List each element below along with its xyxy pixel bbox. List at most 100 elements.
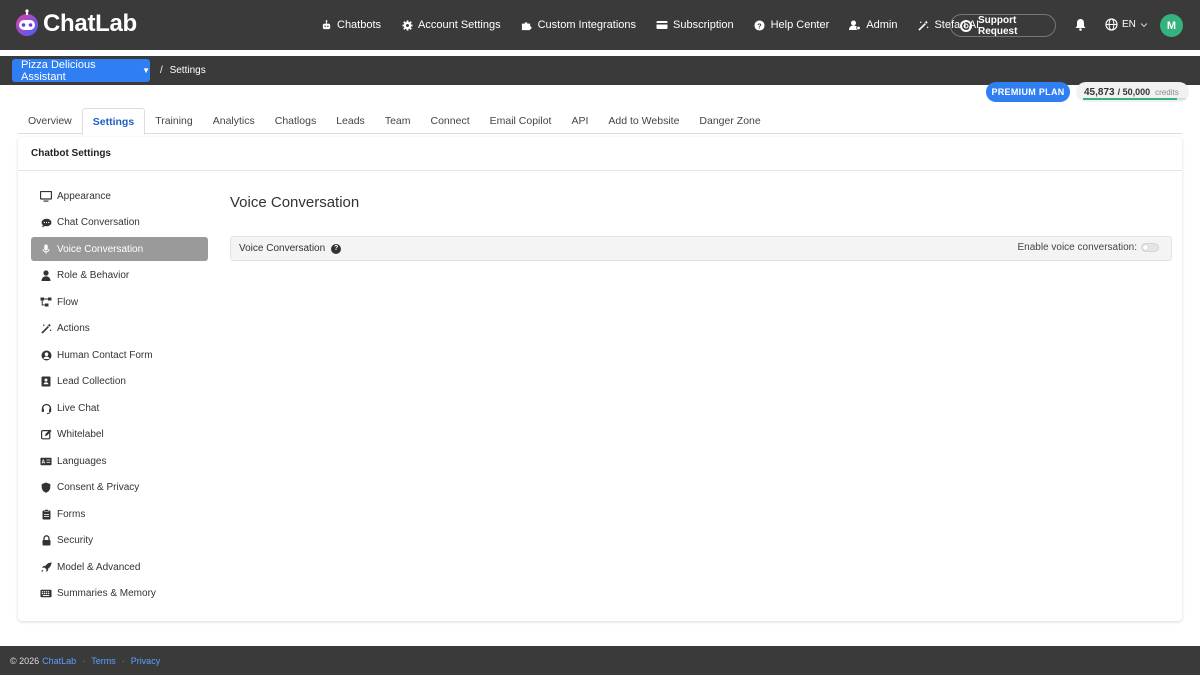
language-icon: A [40, 456, 52, 467]
nav-account-settings[interactable]: Account Settings [401, 19, 501, 31]
caret-down-icon: ▼ [142, 66, 150, 75]
side-item-label: Lead Collection [57, 376, 126, 387]
side-item-label: Summaries & Memory [57, 588, 156, 599]
edit-icon [40, 429, 52, 440]
flow-icon [40, 297, 52, 308]
logo-icon [16, 9, 38, 36]
brand-logo[interactable]: ChatLab [13, 9, 137, 39]
magic-wand-icon [40, 323, 52, 334]
help-circle-icon: ? [754, 19, 766, 31]
side-item-whitelabel[interactable]: Whitelabel [31, 423, 208, 447]
side-item-lead-collection[interactable]: Lead Collection [31, 370, 208, 394]
contact-card-icon [40, 376, 52, 387]
side-item-summaries-memory[interactable]: Summaries & Memory [31, 582, 208, 606]
tab-email-copilot[interactable]: Email Copilot [480, 108, 562, 134]
side-item-consent-privacy[interactable]: Consent & Privacy [31, 476, 208, 500]
footer-separator: · [82, 655, 86, 666]
enable-voice-toggle[interactable] [1141, 243, 1159, 252]
footer-brand-link[interactable]: ChatLab [42, 656, 76, 666]
tab-add-to-website[interactable]: Add to Website [598, 108, 689, 134]
nav-subscription[interactable]: Subscription [656, 19, 734, 31]
breadcrumb-bar: Pizza Delicious Assistant ▼ / Settings [0, 56, 1200, 85]
side-item-languages[interactable]: A Languages [31, 449, 208, 473]
nav-custom-integrations[interactable]: Custom Integrations [521, 19, 636, 31]
tab-settings[interactable]: Settings [81, 108, 146, 135]
clipboard-icon [40, 508, 52, 520]
svg-text:A: A [41, 459, 45, 465]
card-title: Chatbot Settings [18, 137, 1182, 171]
chatbot-tabs: Overview Settings Training Analytics Cha… [18, 108, 1182, 135]
support-label: Support Request [978, 14, 1018, 37]
side-item-live-chat[interactable]: Live Chat [31, 396, 208, 420]
tab-connect[interactable]: Connect [421, 108, 480, 134]
side-item-label: Role & Behavior [57, 270, 130, 281]
credits-progress-bar [1083, 98, 1186, 100]
tab-training[interactable]: Training [145, 108, 203, 134]
footer-privacy-link[interactable]: Privacy [131, 656, 161, 666]
tab-team[interactable]: Team [375, 108, 421, 134]
footer-terms-link[interactable]: Terms [91, 656, 116, 666]
robot-icon [320, 19, 332, 31]
footer-separator: · [121, 655, 125, 666]
nav-label: Custom Integrations [537, 19, 637, 31]
nav-label: Subscription [673, 19, 734, 31]
language-code: EN [1122, 19, 1136, 30]
side-item-label: Languages [57, 455, 107, 467]
chat-bubble-icon [40, 217, 52, 228]
tab-chatlogs[interactable]: Chatlogs [265, 108, 326, 134]
user-avatar[interactable]: M [1160, 14, 1183, 37]
tab-overview[interactable]: Overview [18, 108, 82, 134]
language-selector[interactable]: EN [1105, 18, 1148, 31]
tab-danger-zone[interactable]: Danger Zone [689, 108, 770, 134]
user-icon [40, 270, 52, 281]
side-item-actions[interactable]: Actions [31, 317, 208, 341]
puzzle-icon [521, 19, 533, 31]
nav-label: Account Settings [418, 19, 501, 31]
side-item-role-behavior[interactable]: Role & Behavior [31, 264, 208, 288]
chatbot-name: Pizza Delicious Assistant [21, 58, 96, 83]
main-nav: Chatbots Account Settings Custom Integra… [320, 0, 999, 50]
nav-chatbots[interactable]: Chatbots [320, 19, 381, 31]
credit-card-icon [656, 19, 668, 31]
globe-icon [1105, 18, 1118, 31]
page-footer: © 2026 ChatLab · Terms · Privacy [0, 646, 1200, 675]
support-request-button[interactable]: Support Request [950, 14, 1056, 37]
bell-icon[interactable] [1074, 18, 1087, 31]
side-item-flow[interactable]: Flow [31, 290, 208, 314]
nav-label: Chatbots [337, 19, 382, 31]
microphone-icon [40, 244, 52, 255]
nav-admin[interactable]: Admin [849, 19, 897, 31]
credits-unit: credits [1155, 87, 1179, 97]
credits-used: 45,873 [1084, 86, 1115, 98]
lock-icon [40, 535, 52, 546]
keyboard-icon [40, 588, 52, 599]
nav-label: Help Center [770, 19, 830, 31]
gear-icon [401, 19, 413, 31]
side-item-voice-conversation[interactable]: Voice Conversation [31, 237, 208, 261]
side-item-label: Security [57, 535, 94, 546]
breadcrumb-separator: / [160, 65, 163, 76]
side-item-chat-conversation[interactable]: Chat Conversation [31, 211, 208, 235]
side-item-security[interactable]: Security [31, 529, 208, 553]
side-item-label: Appearance [57, 190, 111, 202]
breadcrumb-current: Settings [169, 65, 206, 76]
plan-badge[interactable]: PREMIUM PLAN [986, 82, 1070, 102]
help-icon[interactable]: ? [331, 243, 342, 254]
chatbot-selector[interactable]: Pizza Delicious Assistant ▼ [12, 58, 150, 83]
nav-help-center[interactable]: ? Help Center [754, 19, 830, 31]
headset-icon [40, 403, 52, 414]
side-item-appearance[interactable]: Appearance [31, 184, 208, 208]
tab-api[interactable]: API [561, 108, 598, 134]
side-item-label: Consent & Privacy [57, 482, 140, 493]
settings-side-menu: Appearance Chat Conversation Voice Conve… [31, 184, 208, 608]
lifebuoy-icon [960, 19, 972, 32]
voice-conversation-row: Voice Conversation ? Enable voice conver… [230, 236, 1172, 261]
side-item-human-contact-form[interactable]: Human Contact Form [31, 343, 208, 367]
monitor-icon [40, 190, 52, 202]
side-item-label: Live Chat [57, 402, 100, 414]
tab-analytics[interactable]: Analytics [203, 108, 265, 134]
side-item-forms[interactable]: Forms [31, 502, 208, 526]
svg-text:?: ? [757, 21, 762, 30]
tab-leads[interactable]: Leads [326, 108, 375, 134]
side-item-model-advanced[interactable]: Model & Advanced [31, 555, 208, 579]
